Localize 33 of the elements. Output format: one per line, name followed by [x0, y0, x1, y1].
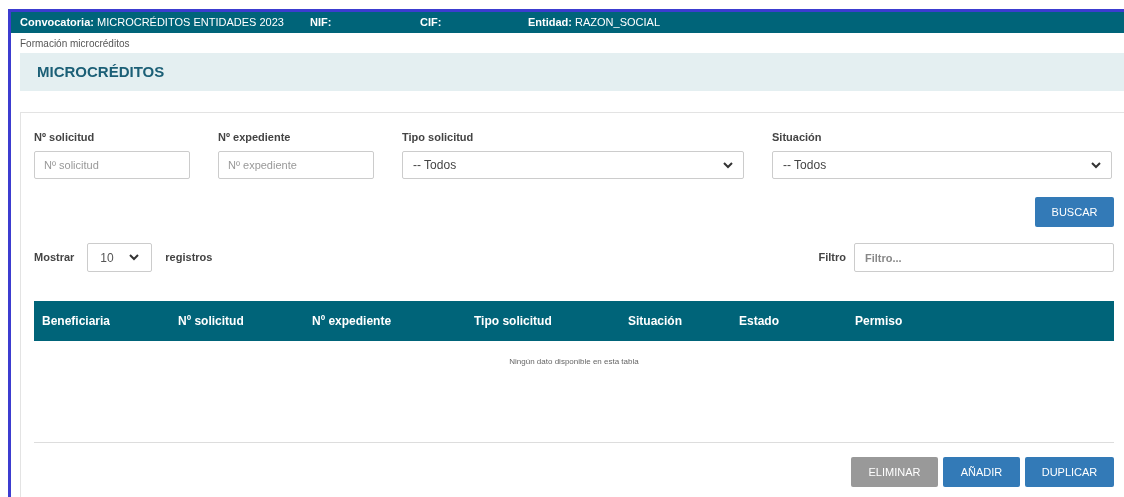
column-header: Permiso — [855, 314, 903, 328]
empty-table-message: Ningún dato disponible en esta tabla — [509, 356, 639, 367]
column-header: Situación — [628, 314, 682, 328]
action-button[interactable]: AÑADIR — [943, 457, 1020, 487]
filter-field[interactable]: Filtro... — [854, 243, 1114, 272]
search-button[interactable]: BUSCAR — [1035, 197, 1114, 227]
field-label: Nº expediente — [218, 130, 292, 143]
page-title: MICROCRÉDITOS — [37, 61, 165, 82]
field-label: Tipo solicitud — [402, 130, 475, 143]
chevron-down-icon — [723, 161, 733, 169]
action-button[interactable]: DUPLICAR — [1025, 457, 1114, 487]
header-field: Convocatoria: MICROCRÉDITOS ENTIDADES 2023 — [20, 14, 310, 31]
header-field: Entidad: RAZON_SOCIAL — [528, 14, 728, 31]
column-header: Beneficiaria — [42, 314, 111, 328]
input-field[interactable]: Nº solicitud — [34, 151, 190, 179]
chevron-down-icon — [1091, 161, 1101, 169]
input-field[interactable]: Nº expediente — [218, 151, 374, 179]
header-field: CIF: — [420, 14, 528, 31]
select-field[interactable]: -- Todos — [772, 151, 1112, 179]
field-label: Nº solicitud — [34, 130, 96, 143]
filter-label: Filtro — [818, 250, 846, 266]
column-header: Nº solicitud — [178, 314, 244, 328]
chevron-down-icon — [129, 254, 140, 261]
select-field[interactable]: -- Todos — [402, 151, 744, 179]
records-label: registros — [165, 250, 213, 266]
page-size-select[interactable]: 10 — [87, 243, 153, 272]
column-header: Nº expediente — [312, 314, 392, 328]
show-label: Mostrar — [34, 250, 75, 266]
column-header: Tipo solicitud — [474, 314, 552, 328]
breadcrumb: Formación microcréditos — [19, 37, 131, 51]
column-header: Estado — [739, 314, 779, 328]
field-label: Situación — [772, 130, 823, 143]
header-field: NIF: — [310, 14, 420, 31]
